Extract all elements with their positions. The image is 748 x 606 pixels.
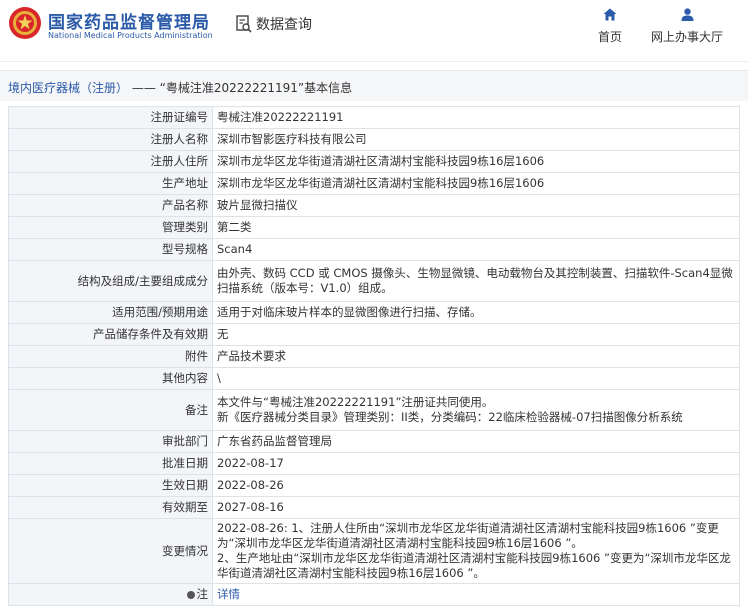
field-label: 附件 (8, 345, 213, 368)
field-value: Scan4 (212, 238, 740, 261)
table-row: 适用范围/预期用途 适用于对临床玻片样本的显微图像进行扫描、存储。 (8, 301, 740, 324)
table-row: 备注 本文件与“粤械注准20222221191”注册证共同使用。 新《医疗器械分类目… (8, 389, 740, 431)
site-header: 国家药品监督管理局 National Medical Products Admi… (0, 0, 748, 50)
document-search-icon (236, 15, 252, 33)
table-row: 有效期至 2027-08-16 (8, 496, 740, 519)
nav-home-label: 首页 (598, 30, 623, 44)
table-row: 注册人名称 深圳市智影医疗科技有限公司 (8, 128, 740, 151)
field-label: 备注 (8, 389, 213, 431)
table-row: 变更情况 2022-08-26: 1、注册人住所由“深圳市龙华区龙华街道清湖社区清… (8, 518, 740, 584)
record-detail-table: 注册证编号 粤械注准20222221191 注册人名称 深圳市智影医疗科技有限公司 注册… (8, 106, 740, 606)
table-row: 审批部门 广东省药品监督管理局 (8, 430, 740, 453)
table-row: 注册人住所 深圳市龙华区龙华街道清湖社区清湖村宝能科技园9栋16层1606 (8, 150, 740, 173)
table-row: 管理类别 第二类 (8, 216, 740, 239)
field-label: 审批部门 (8, 430, 213, 453)
field-value: 第二类 (212, 216, 740, 239)
table-row: 注详情 (8, 583, 740, 606)
table-row: 生效日期 2022-08-26 (8, 474, 740, 497)
field-value: 2027-08-16 (212, 496, 740, 519)
field-label: 结构及组成/主要组成成分 (8, 260, 213, 302)
record-title-bar: 境内医疗器械（注册） —— “粤械注准20222221191”基本信息 (0, 70, 748, 101)
table-row: 生产地址 深圳市龙华区龙华街道清湖社区清湖村宝能科技园9栋16层1606 (8, 172, 740, 195)
nav-online-service-hall[interactable]: 网上办事大厅 (651, 8, 723, 45)
nav-home[interactable]: 首页 (598, 8, 622, 45)
record-title-category: 境内医疗器械（注册） (8, 81, 129, 95)
table-row: 注册证编号 粤械注准20222221191 (8, 106, 740, 129)
field-value-line: 新《医疗器械分类目录》管理类别：II类，分类编码：22临床检验器械-07扫描图像… (217, 410, 683, 424)
field-label: 批准日期 (8, 452, 213, 475)
field-value: 广东省药品监督管理局 (212, 430, 740, 453)
table-row: 结构及组成/主要组成成分 由外壳、数码 CCD 或 CMOS 摄像头、生物显微镜、… (8, 260, 740, 302)
field-label: 注 (8, 583, 213, 606)
field-label: 产品名称 (8, 194, 213, 217)
field-label: 生效日期 (8, 474, 213, 497)
field-label-text: 注 (196, 587, 209, 601)
field-value: 2022-08-17 (212, 452, 740, 475)
field-value: 深圳市龙华区龙华街道清湖社区清湖村宝能科技园9栋16层1606 (212, 172, 740, 195)
user-icon (681, 8, 693, 21)
field-value: 无 (212, 323, 740, 346)
field-value-line: 本文件与“粤械注准20222221191”注册证共同使用。 (217, 395, 494, 409)
field-value: 适用于对临床玻片样本的显微图像进行扫描、存储。 (212, 301, 740, 324)
field-value: 2022-08-26 (212, 474, 740, 497)
table-row: 其他内容 \ (8, 367, 740, 390)
header-divider (0, 61, 748, 62)
record-detail-table-wrapper: 注册证编号 粤械注准20222221191 注册人名称 深圳市智影医疗科技有限公司 注册… (8, 106, 740, 606)
table-row: 批准日期 2022-08-17 (8, 452, 740, 475)
field-value: 由外壳、数码 CCD 或 CMOS 摄像头、生物显微镜、电动载物台及其控制装置、… (212, 260, 740, 302)
home-icon (603, 8, 617, 21)
field-value: \ (212, 367, 740, 390)
field-value: 2022-08-26: 1、注册人住所由“深圳市龙华区龙华街道清湖社区清湖村宝能… (212, 518, 740, 584)
table-row: 产品名称 玻片显微扫描仪 (8, 194, 740, 217)
field-label: 生产地址 (8, 172, 213, 195)
field-label: 注册人名称 (8, 128, 213, 151)
field-label: 变更情况 (8, 518, 213, 584)
data-query-link[interactable]: 数据查询 (236, 14, 312, 34)
field-label: 管理类别 (8, 216, 213, 239)
table-row: 产品储存条件及有效期无 (8, 323, 740, 346)
field-label: 适用范围/预期用途 (8, 301, 213, 324)
record-title: 境内医疗器械（注册） —— “粤械注准20222221191”基本信息 (8, 79, 352, 96)
field-label: 产品储存条件及有效期 (8, 323, 213, 346)
note-icon (186, 590, 195, 599)
table-row: 型号规格 Scan4 (8, 238, 740, 261)
nav-online-service-hall-label: 网上办事大厅 (651, 30, 724, 44)
table-row: 附件 产品技术要求 (8, 345, 740, 368)
field-label: 其他内容 (8, 367, 213, 390)
data-query-label: 数据查询 (256, 17, 312, 33)
field-label: 型号规格 (8, 238, 213, 261)
field-value: 深圳市智影医疗科技有限公司 (212, 128, 740, 151)
field-value: 本文件与“粤械注准20222221191”注册证共同使用。 新《医疗器械分类目录》… (212, 389, 740, 431)
national-emblem-logo[interactable] (8, 6, 42, 40)
brand-name-en[interactable]: National Medical Products Administration (48, 31, 213, 40)
field-label: 注册证编号 (8, 106, 213, 129)
field-value: 详情 (212, 583, 740, 606)
field-label: 注册人住所 (8, 150, 213, 173)
field-value: 深圳市龙华区龙华街道清湖社区清湖村宝能科技园9栋16层1606 (212, 150, 740, 173)
details-link[interactable]: 详情 (217, 587, 240, 601)
field-value: 玻片显微扫描仪 (212, 194, 740, 217)
field-label: 有效期至 (8, 496, 213, 519)
field-value: 粤械注准20222221191 (212, 106, 740, 129)
record-title-subject: “粤械注准20222221191”基本信息 (159, 81, 353, 95)
field-value: 产品技术要求 (212, 345, 740, 368)
record-title-separator: —— (131, 81, 156, 95)
brand-name-cn[interactable]: 国家药品监督管理局 (48, 8, 210, 33)
